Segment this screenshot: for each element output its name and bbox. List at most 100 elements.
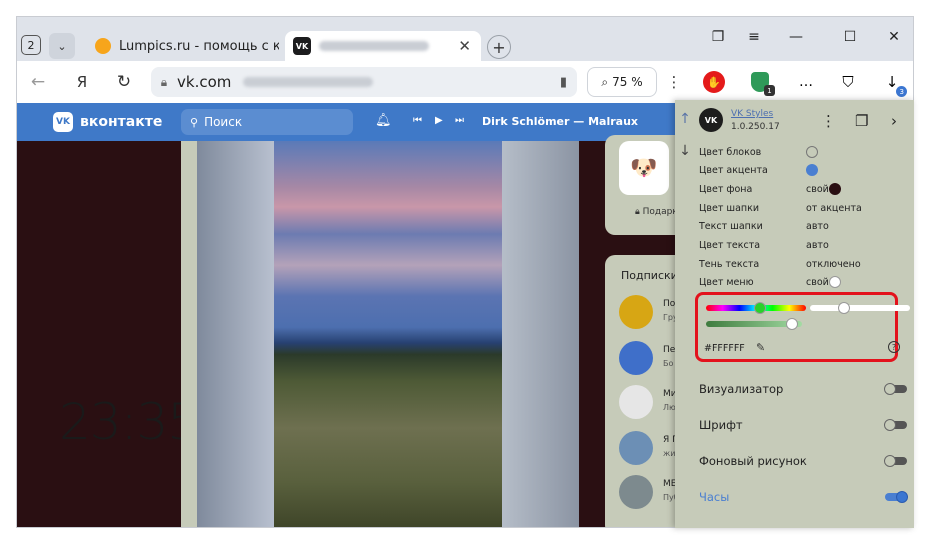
vk-logo[interactable]: VK вконтакте	[53, 112, 162, 132]
help-icon[interactable]: ?	[888, 341, 900, 353]
clock-switch[interactable]	[885, 491, 908, 503]
minimize-button[interactable]: —	[781, 25, 811, 49]
vk-logo-text: вконтакте	[80, 114, 163, 130]
menu-icon[interactable]: ≡	[739, 25, 769, 49]
more-vertical-icon[interactable]: ⋮	[821, 112, 836, 130]
blurred-page-title	[243, 77, 374, 87]
tab-lumpics[interactable]: Lumpics.ru - помощь с ко	[89, 31, 279, 61]
toggle-label: Часы	[699, 490, 730, 504]
arrow-up-icon[interactable]: ↑	[675, 106, 695, 132]
search-icon: ⚲	[190, 115, 199, 129]
extension-badge: 1	[764, 85, 775, 96]
maximize-button[interactable]: ☐	[835, 25, 865, 49]
accent-color-swatch[interactable]	[806, 164, 818, 176]
bookmarks-panel-icon[interactable]: ❐	[703, 25, 733, 49]
toggle-background-image[interactable]: Фоновый рисунок	[699, 454, 909, 474]
toggle-clock[interactable]: Часы	[699, 490, 909, 510]
vk-styles-logo-icon: VK	[699, 108, 723, 132]
more-icon[interactable]: ⋮	[661, 69, 687, 95]
vk-logo-icon: VK	[53, 112, 73, 132]
address-bar[interactable]: 🔒︎ vk.com ▮	[151, 67, 577, 97]
subscription-avatar	[619, 431, 653, 465]
reload-icon[interactable]: ↻	[111, 69, 137, 95]
clock-widget: 23:35	[59, 393, 199, 451]
vk-styles-extension-popup: ↑ ↓ VK VK Styles 1.0.250.17 ⋮ ❐ › Цвет б…	[675, 100, 914, 528]
setting-value: свой	[806, 277, 829, 288]
lightness-slider-handle[interactable]	[838, 302, 850, 314]
back-arrow-icon[interactable]: ←	[25, 69, 51, 95]
profile-icon[interactable]: ⛉	[835, 69, 861, 95]
lock-icon[interactable]: 🔒︎	[151, 75, 177, 90]
block-color-swatch[interactable]	[806, 146, 818, 158]
subscription-avatar	[619, 295, 653, 329]
chevron-right-icon[interactable]: ›	[891, 112, 897, 130]
play-icon[interactable]: ▶	[435, 115, 443, 126]
copy-icon[interactable]: ❐	[855, 112, 868, 130]
setting-label: Цвет меню	[699, 277, 754, 288]
subscription-desc: Бо	[663, 359, 674, 368]
setting-header-text[interactable]: Текст шапки авто	[699, 221, 909, 237]
left-column	[17, 141, 181, 527]
setting-background-color[interactable]: Цвет фона свой	[699, 183, 909, 200]
toggle-visualizer[interactable]: Визуализатор	[699, 382, 909, 402]
menu-color-swatch[interactable]	[829, 276, 841, 288]
setting-label: Цвет блоков	[699, 147, 762, 158]
lightness-slider[interactable]	[810, 305, 910, 311]
setting-text-shadow[interactable]: Тень текста отключено	[699, 259, 909, 275]
gift-dog-sticker[interactable]: 🐶	[619, 141, 669, 195]
toggle-label: Шрифт	[699, 418, 743, 432]
adblock-extension-icon[interactable]: ✋	[701, 69, 727, 95]
vk-search-placeholder: Поиск	[204, 115, 243, 129]
setting-text-color[interactable]: Цвет текста авто	[699, 240, 909, 256]
blurred-tab-title	[319, 41, 429, 51]
close-tab-icon[interactable]: ✕	[458, 37, 471, 55]
background-color-swatch[interactable]	[829, 183, 841, 195]
setting-label: Тень текста	[699, 259, 760, 270]
setting-label: Текст шапки	[699, 221, 763, 232]
saturation-slider-handle[interactable]	[786, 318, 798, 330]
zoom-level: 75 %	[612, 75, 643, 89]
vk-search-input[interactable]: ⚲ Поиск	[181, 109, 353, 135]
now-playing-track[interactable]: Dirk Schlömer — Malraux	[482, 115, 638, 128]
setting-block-color[interactable]: Цвет блоков	[699, 146, 909, 163]
setting-value: свой	[806, 184, 829, 195]
setting-value: авто	[806, 221, 829, 232]
setting-label: Цвет шапки	[699, 203, 760, 214]
font-switch[interactable]	[884, 419, 907, 431]
bell-icon[interactable]: 🔔︎	[375, 113, 392, 128]
extensions-overflow-icon[interactable]: …	[793, 69, 819, 95]
hex-value[interactable]: #FFFFFF	[704, 343, 745, 354]
tab-vk[interactable]: VK ✕	[285, 31, 481, 61]
extension-name-link[interactable]: VK Styles	[731, 109, 773, 119]
wheat-field-photo[interactable]	[274, 141, 502, 527]
shield-extension-icon[interactable]: 1	[747, 69, 775, 96]
close-window-button[interactable]: ✕	[879, 25, 909, 49]
setting-menu-color[interactable]: Цвет меню свой	[699, 276, 909, 293]
new-tab-button[interactable]: +	[487, 35, 511, 59]
toggle-font[interactable]: Шрифт	[699, 418, 909, 438]
eyedropper-icon[interactable]: ✎	[756, 341, 765, 354]
hue-slider-handle[interactable]	[754, 302, 766, 314]
subscription-avatar	[619, 385, 653, 419]
search-icon: ⌕	[601, 74, 609, 89]
extension-version: 1.0.250.17	[731, 122, 780, 132]
setting-accent-color[interactable]: Цвет акцента	[699, 164, 909, 181]
setting-value: от акцента	[806, 203, 862, 214]
background-image-switch[interactable]	[884, 455, 907, 467]
subscription-avatar	[619, 475, 653, 509]
previous-track-icon[interactable]: ⏮	[413, 115, 422, 126]
tab-label: Lumpics.ru - помощь с ко	[119, 38, 279, 54]
visualizer-switch[interactable]	[884, 383, 907, 395]
zoom-control[interactable]: ⌕ 75 %	[587, 67, 657, 97]
arrow-down-icon[interactable]: ↓	[675, 138, 695, 164]
gift-label[interactable]: 🔒︎ Подарк	[635, 207, 678, 217]
downloads-icon[interactable]: ↓ 3	[879, 69, 908, 97]
setting-label: Цвет фона	[699, 184, 753, 195]
chevron-down-icon[interactable]: ⌄	[49, 33, 75, 59]
yandex-icon[interactable]: Я	[69, 69, 95, 95]
next-track-icon[interactable]: ⏭	[455, 115, 464, 126]
bookmark-icon[interactable]: ▮	[560, 75, 567, 90]
url-domain: vk.com	[177, 73, 232, 91]
tab-count-button[interactable]: 2	[21, 35, 41, 55]
setting-header-color[interactable]: Цвет шапки от акцента	[699, 203, 909, 219]
